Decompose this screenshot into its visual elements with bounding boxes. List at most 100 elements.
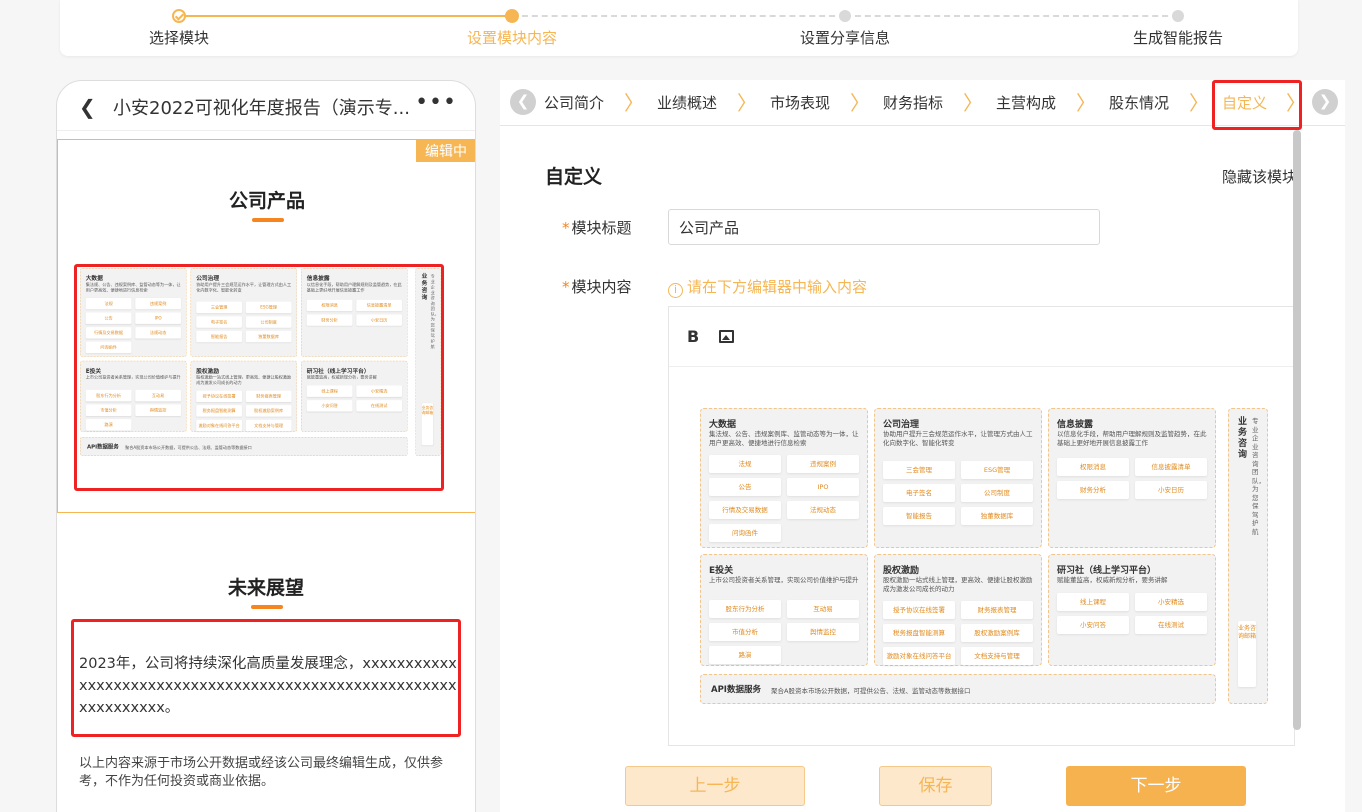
step-line-pending (512, 15, 845, 17)
step-label-set-content[interactable]: 设置模块内容 (432, 27, 592, 48)
next-step-button[interactable]: 下一步 (1066, 766, 1246, 806)
diagram-chip: 行情及交易数据 (709, 501, 781, 519)
diagram-card-title: 研习社（线上学习平台） (1057, 566, 1157, 576)
tab-financial[interactable]: 财务指标 (883, 92, 943, 113)
diagram-card-desc: 赋能董监高，权威新规分析，要务讲解 (1057, 576, 1168, 584)
prev-step-button[interactable]: 上一步 (625, 766, 805, 806)
title-field-label: * 模块标题 (562, 219, 632, 237)
diagram-chip: 舆情监控 (787, 623, 859, 641)
diagram-chip: 授予协议在线签署 (883, 601, 955, 619)
diagram-chip: ESG管理 (961, 461, 1033, 479)
diagram-chip: 智能报告 (883, 507, 955, 525)
chevron-right-icon: 〉 (963, 91, 983, 115)
module-title: 公司产品 (228, 190, 305, 212)
diagram-chip: 三会管理 (883, 461, 955, 479)
step-label-select-module[interactable]: 选择模块 (99, 27, 259, 48)
editing-module[interactable]: 编辑中 公司产品 大数据 集法规、公告、违规案例库、监管动态等为一体，让用户更高效… (57, 139, 475, 513)
progress-stepper: 选择模块 设置模块内容 设置分享信息 生成智能报告 (60, 0, 1298, 56)
step-pending-dot (839, 10, 851, 22)
diagram-card-desc: 以信息化手段，帮助用户理解规则及监管趋势，在此基础上更好地开展信息披露工作 (1057, 430, 1207, 447)
highlight-frame (74, 264, 444, 491)
diagram-chip: 股东行为分析 (709, 600, 781, 618)
editing-badge: 编辑中 (416, 140, 475, 162)
diagram-card-desc: 集法规、公告、违规案例库、监管动态等为一体，让用户更高效、便捷地进行信息检索 (709, 430, 859, 447)
step-label-share-info[interactable]: 设置分享信息 (765, 27, 925, 48)
scrollbar[interactable] (1293, 130, 1301, 730)
tab-scroll-left-icon[interactable]: ❮ (510, 89, 536, 115)
title-underline (251, 605, 283, 609)
diagram-chip: 法规 (709, 455, 781, 473)
save-button[interactable]: 保存 (879, 766, 992, 806)
tab-shareholders[interactable]: 股东情况 (1109, 92, 1169, 113)
diagram-chip: 违规案例 (787, 455, 859, 473)
diagram-chip: 信息披露清单 (1135, 458, 1207, 476)
more-icon[interactable]: ••• (415, 90, 457, 115)
module-title-input[interactable] (668, 209, 1100, 245)
diagram-card-desc: 协助用户提升三会规范运作水平，让管理方式由人工化向数字化、智能化转变 (883, 430, 1033, 447)
diagram-card-title: 股权激励 (883, 566, 920, 576)
chevron-right-icon: 〉 (737, 91, 757, 115)
diagram-chip: 市值分析 (709, 623, 781, 641)
chevron-right-icon: 〉 (850, 91, 870, 115)
diagram-card: 股权激励 股权激励一站式线上管理，更高效、便捷让股权激励成为激发公司成长的动力 授予… (874, 554, 1042, 666)
step-label-generate-report[interactable]: 生成智能报告 (1098, 27, 1258, 48)
diagram-card: 信息披露 以信息化手段，帮助用户理解规则及监管趋势，在此基础上更好地开展信息披露工… (1048, 408, 1216, 548)
step-active-dot (505, 9, 519, 23)
tab-scroll-right-icon[interactable]: ❯ (1312, 89, 1338, 115)
diagram-card-desc: 上市公司投资者关系管理，实现公司价值维护与提升 (709, 576, 859, 584)
hide-module-link[interactable]: 隐藏该模块 (1222, 166, 1297, 187)
back-icon[interactable]: ❮ (79, 95, 96, 119)
diagram-chip: 电子签名 (883, 484, 955, 502)
diagram-api-title: API数据服务 (711, 685, 761, 695)
diagram-chip: 文档支持与管理 (961, 647, 1033, 665)
diagram-chip: 股权激励案例库 (961, 624, 1033, 642)
step-line-complete (179, 15, 512, 17)
diagram-card-title: 信息披露 (1057, 420, 1094, 430)
module-tab-bar: ❮ 公司简介 〉 业绩概述 〉 市场表现 〉 财务指标 〉 主营构成 〉 股东情… (500, 80, 1345, 130)
diagram-card: 研习社（线上学习平台） 赋能董监高，权威新规分析，要务讲解 线上课程 小安精选 小安问答… (1048, 554, 1216, 666)
diagram-chip: 财务分析 (1057, 481, 1129, 499)
diagram-chip: 独董数据库 (961, 507, 1033, 525)
diagram-side-desc: 专业企业咨询团队，为您保驾护航 (1252, 417, 1265, 536)
diagram-card: 公司治理 协助用户提升三会规范运作水平，让管理方式由人工化向数字化、智能化转变 三会… (874, 408, 1042, 548)
required-mark: * (562, 219, 570, 237)
tab-market[interactable]: 市场表现 (770, 92, 830, 113)
phone-preview: ❮ 小安2022可视化年度报告（演示专... ••• 编辑中 公司产品 大数据集… (56, 80, 476, 812)
section-title: 自定义 (545, 166, 603, 188)
info-icon: i (668, 283, 683, 298)
diagram-side-title: 业务咨询 (1238, 417, 1248, 460)
image-icon[interactable] (719, 330, 734, 343)
diagram-chip: 财务报表管理 (961, 601, 1033, 619)
diagram-chip: 线上课程 (1057, 593, 1129, 611)
diagram-chip: 公告 (709, 478, 781, 496)
disclaimer-text: 以上内容来源于市场公开数据或经该公司最终编辑生成，仅供参考，不作为任何投资或商业… (79, 756, 444, 789)
diagram-chip: IPO (787, 478, 859, 496)
chevron-right-icon: 〉 (1076, 91, 1096, 115)
diagram-card: 大数据 集法规、公告、违规案例库、监管动态等为一体，让用户更高效、便捷地进行信息检… (700, 408, 868, 548)
diagram-chip: 小安日历 (1135, 481, 1207, 499)
editor-toolbar: B (669, 307, 1294, 367)
required-mark: * (562, 278, 570, 296)
tab-business[interactable]: 主营构成 (996, 92, 1056, 113)
diagram-chip: 小安精选 (1135, 593, 1207, 611)
diagram-chip: 激励对象在线问答平台 (883, 647, 955, 665)
future-title: 未来展望 (227, 577, 304, 599)
content-field-label: * 模块内容 (562, 278, 632, 296)
phone-header: ❮ 小安2022可视化年度报告（演示专... ••• (57, 81, 475, 131)
future-text: 2023年，公司将持续深化高质量发展理念，xxxxxxxxxxxxxxxxxxx… (79, 656, 457, 716)
title-underline (252, 218, 284, 222)
diagram-api-bar: API数据服务 聚合A股资本市场公开数据，可提供公告、法规、监管动态等数据接口 (700, 674, 1216, 704)
diagram-chip: 法规动态 (787, 501, 859, 519)
diagram-chip: 互动易 (787, 600, 859, 618)
product-diagram: 大数据 集法规、公告、违规案例库、监管动态等为一体，让用户更高效、便捷地进行信息检… (700, 408, 1270, 708)
tab-performance[interactable]: 业绩概述 (657, 92, 717, 113)
diagram-chip: 路演 (709, 646, 781, 664)
diagram-card: E投关 上市公司投资者关系管理，实现公司价值维护与提升股东行为分析 互动易 市值分析舆… (700, 554, 868, 666)
diagram-chip: 问询函件 (709, 524, 781, 542)
bold-icon[interactable]: B (687, 327, 699, 346)
report-title: 小安2022可视化年度报告（演示专... (113, 98, 410, 119)
tab-company-intro[interactable]: 公司简介 (544, 92, 604, 113)
chevron-right-icon: 〉 (624, 91, 644, 115)
diagram-card-title: E投关 (709, 566, 734, 576)
diagram-chip: 公司制度 (961, 484, 1033, 502)
